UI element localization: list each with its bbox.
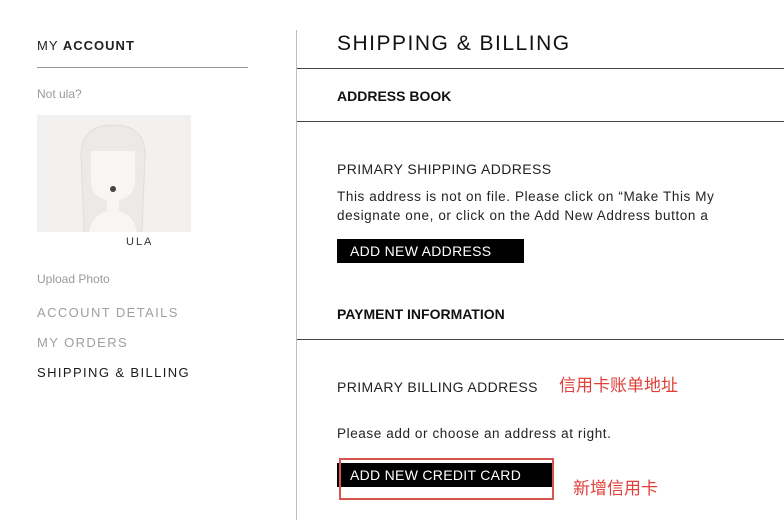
sidebar-item-shipping-billing[interactable]: SHIPPING & BILLING — [37, 365, 190, 380]
add-card-annotation: 新增信用卡 — [573, 479, 658, 499]
sidebar-item-account-details[interactable]: ACCOUNT DETAILS — [37, 305, 179, 320]
address-book-divider — [297, 121, 784, 122]
page-title: SHIPPING & BILLING — [337, 32, 571, 55]
avatar-silhouette-icon — [37, 115, 191, 232]
billing-address-annotation: 信用卡账单地址 — [559, 376, 678, 396]
sidebar-title-prefix: MY — [37, 38, 59, 53]
shipping-info-line-2: designate one, or click on the Add New A… — [337, 208, 709, 223]
primary-billing-label: PRIMARY BILLING ADDRESS — [337, 379, 538, 395]
avatar-username: ULA — [126, 236, 154, 248]
shipping-info-line-1: This address is not on file. Please clic… — [337, 189, 715, 204]
address-book-heading: ADDRESS BOOK — [337, 88, 452, 104]
billing-note: Please add or choose an address at right… — [337, 426, 612, 441]
payment-information-heading: PAYMENT INFORMATION — [337, 306, 505, 322]
sidebar-item-my-orders[interactable]: MY ORDERS — [37, 335, 128, 350]
avatar — [37, 115, 191, 232]
title-divider — [297, 68, 784, 69]
primary-shipping-label: PRIMARY SHIPPING ADDRESS — [337, 161, 552, 177]
sidebar-title: MY ACCOUNT — [37, 38, 135, 53]
payment-divider — [297, 339, 784, 340]
add-new-address-button[interactable]: ADD NEW ADDRESS — [337, 239, 524, 263]
account-page: MY ACCOUNT Not ula? ULA Upload Photo ACC… — [0, 0, 784, 520]
upload-photo-link[interactable]: Upload Photo — [37, 272, 110, 286]
main-content: SHIPPING & BILLING ADDRESS BOOK PRIMARY … — [297, 0, 784, 520]
account-sidebar: MY ACCOUNT Not ula? ULA Upload Photo ACC… — [0, 0, 296, 520]
sidebar-divider — [37, 67, 248, 68]
sidebar-title-bold: ACCOUNT — [62, 38, 135, 53]
credit-card-annotation-box — [339, 458, 554, 500]
not-user-link[interactable]: Not ula? — [37, 87, 82, 101]
